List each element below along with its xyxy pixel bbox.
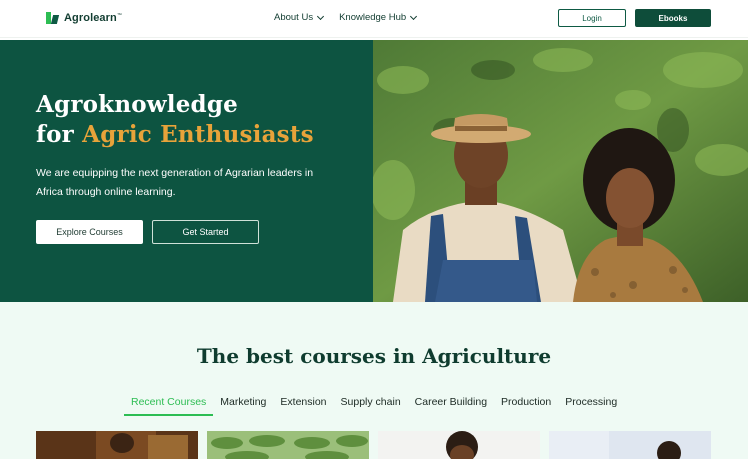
tab-extension[interactable]: Extension — [273, 394, 333, 416]
chevron-down-icon — [317, 12, 325, 20]
tab-recent-courses[interactable]: Recent Courses — [124, 394, 214, 416]
course-card-image[interactable] — [207, 431, 369, 459]
logo-text: Agrolearn™ — [64, 12, 122, 24]
chevron-down-icon — [410, 12, 418, 20]
course-card-image[interactable] — [36, 431, 198, 459]
tab-career-building[interactable]: Career Building — [408, 394, 494, 416]
menu-item-about-us[interactable]: About Us — [274, 12, 325, 23]
menu-item-knowledge-hub[interactable]: Knowledge Hub — [339, 12, 418, 23]
hero-section: Agroknowledge for Agric Enthusiasts We a… — [0, 40, 748, 302]
hero-title: Agroknowledge for Agric Enthusiasts — [36, 90, 314, 150]
logo[interactable]: Agrolearn™ — [46, 10, 122, 26]
explore-courses-button[interactable]: Explore Courses — [36, 220, 143, 244]
menu-item-label: Knowledge Hub — [339, 12, 407, 23]
menu-item-label: About Us — [274, 12, 314, 23]
tab-marketing[interactable]: Marketing — [213, 394, 273, 416]
main-menu: About Us Knowledge Hub — [274, 12, 418, 23]
hero-image — [373, 40, 748, 302]
courses-section: The best courses in Agriculture Recent C… — [0, 302, 748, 459]
course-card-image[interactable] — [549, 431, 711, 459]
logo-icon — [46, 12, 60, 24]
ebooks-button[interactable]: Ebooks — [635, 9, 711, 27]
tab-production[interactable]: Production — [494, 394, 558, 416]
hero-title-accent: Agric Enthusiasts — [82, 121, 314, 148]
course-card-image[interactable] — [378, 431, 540, 459]
courses-title: The best courses in Agriculture — [196, 344, 552, 368]
top-navbar: Agrolearn™ About Us Knowledge Hub Login … — [0, 0, 748, 38]
login-button[interactable]: Login — [558, 9, 626, 27]
get-started-button[interactable]: Get Started — [152, 220, 259, 244]
hero-title-for: for — [36, 121, 74, 148]
hero-title-line2: for Agric Enthusiasts — [36, 120, 314, 150]
hero-title-line1: Agroknowledge — [36, 91, 238, 118]
hero-panel: Agroknowledge for Agric Enthusiasts We a… — [0, 40, 373, 302]
hero-subtitle: We are equipping the next generation of … — [36, 167, 314, 198]
tab-processing[interactable]: Processing — [558, 394, 624, 416]
course-category-tabs: Recent Courses Marketing Extension Suppl… — [124, 394, 624, 416]
tab-supply-chain[interactable]: Supply chain — [334, 394, 408, 416]
